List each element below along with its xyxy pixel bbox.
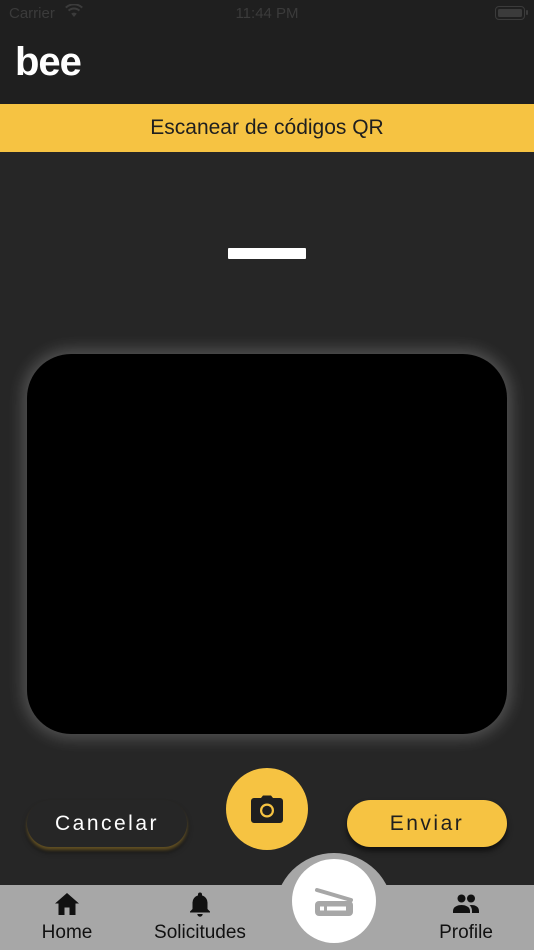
app-header: bee	[0, 26, 534, 104]
bell-icon	[190, 892, 210, 917]
app-screen: Carrier 11:44 PM bee Escanear de códigos…	[0, 0, 534, 950]
camera-viewfinder[interactable]	[27, 354, 507, 734]
capture-photo-button[interactable]	[226, 768, 308, 850]
nav-item-label: Solicitudes	[154, 922, 246, 943]
nav-item-label: Home	[41, 922, 93, 943]
scan-indicator-bar	[228, 248, 306, 259]
nav-item-home[interactable]: Home	[32, 890, 102, 946]
people-icon	[453, 894, 479, 913]
nav-item-profile[interactable]: Profile	[430, 890, 502, 946]
page-title: Escanear de códigos QR	[150, 116, 384, 139]
status-bar: Carrier 11:44 PM	[0, 0, 534, 26]
home-icon	[55, 893, 79, 915]
camera-icon	[251, 795, 283, 823]
send-button[interactable]: Enviar	[347, 800, 507, 847]
bee-logo: bee	[15, 40, 82, 84]
nav-item-label: Profile	[439, 922, 493, 943]
scanner-icon	[315, 888, 353, 916]
battery-icon	[495, 6, 528, 20]
cancel-button[interactable]: Cancelar	[27, 800, 187, 847]
nav-item-solicitudes[interactable]: Solicitudes	[145, 890, 255, 946]
clock-label: 11:44 PM	[235, 5, 299, 22]
page-title-banner: Escanear de códigos QR	[0, 104, 534, 152]
scan-nav-button[interactable]	[292, 859, 376, 943]
